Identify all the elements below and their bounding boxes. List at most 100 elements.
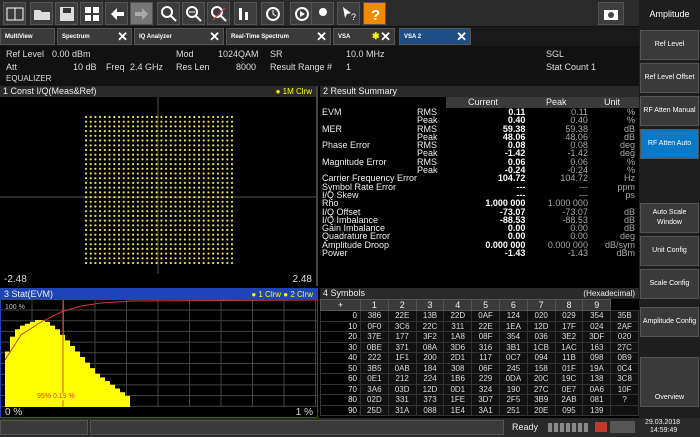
tab-multiview[interactable]: MultiView	[0, 28, 55, 45]
softkey-unit-config[interactable]: Unit Config	[640, 236, 699, 266]
constellation-point	[230, 252, 234, 255]
softkey-amplitude-config[interactable]: Amplitude Config	[640, 307, 699, 337]
constellation-point	[89, 134, 92, 137]
constellation-point	[216, 219, 219, 222]
constellation-point	[169, 172, 172, 175]
tab-real-time-spectrum[interactable]: Real-Time Spectrum ✕	[226, 28, 331, 45]
status-dropdown[interactable]	[0, 420, 88, 435]
stat-evm-pane[interactable]: 3 Stat(EVM) ● 1 Clrw ● 2 Clrw 100 % 95% 0…	[0, 288, 318, 418]
constellation-point	[108, 130, 111, 133]
multiview-icon[interactable]	[3, 2, 26, 25]
softkey-rf-atten-manual[interactable]: RF Atten Manual	[640, 96, 699, 126]
pointer-help-icon[interactable]: ?	[337, 2, 360, 25]
camera-icon[interactable]	[598, 2, 624, 25]
constellation-point	[179, 167, 182, 170]
summary-row: Magnitude Error RMS 0.06 0.06%	[322, 157, 639, 166]
keyboard-icon[interactable]	[610, 421, 635, 433]
constellation-point	[113, 252, 116, 255]
constellation-point	[193, 252, 196, 255]
spectrum-sequence-icon[interactable]	[234, 2, 257, 25]
freq-label: Freq	[106, 62, 125, 72]
constellation-point	[207, 205, 210, 208]
tab-close-icon[interactable]: ✕	[316, 30, 327, 44]
constellation-point	[160, 210, 163, 213]
constellation-point	[216, 228, 219, 232]
constellation-point	[174, 191, 177, 194]
constellation-point	[141, 125, 144, 128]
constellation-point	[188, 196, 191, 199]
windows-icon[interactable]	[80, 2, 103, 25]
constellation-point	[84, 148, 88, 152]
help-question-icon[interactable]: ?	[363, 2, 386, 25]
constellation-point	[212, 148, 215, 152]
constellation-point	[188, 252, 191, 255]
constellation-point	[207, 214, 210, 217]
softkey-scale-config[interactable]: Scale Config	[640, 269, 699, 299]
symbols-col-header: 1	[360, 299, 389, 311]
zoom-off-icon[interactable]	[207, 2, 230, 25]
constellation-point	[150, 228, 153, 232]
constellation-point	[122, 243, 125, 246]
save-icon[interactable]	[55, 2, 78, 25]
constellation-point	[216, 139, 219, 142]
tab-close-icon[interactable]: ✕	[380, 30, 391, 44]
constellation-point	[174, 139, 177, 142]
constellation-point	[150, 158, 153, 161]
constellation-point	[216, 158, 219, 161]
constellation-point	[160, 257, 163, 260]
constellation-point	[136, 130, 139, 133]
constellation-point	[193, 120, 196, 123]
constellation-point	[94, 224, 97, 227]
constellation-point	[150, 144, 153, 147]
constellation-point	[174, 158, 177, 161]
constellation-point	[117, 153, 121, 156]
symbol-cell: 50	[320, 362, 361, 374]
multi-zoom-icon[interactable]	[182, 2, 205, 25]
softkey-overview[interactable]: Overview	[640, 357, 699, 407]
constellation-point	[99, 177, 102, 180]
constellation-pane[interactable]: 1 Const I/Q(Meas&Ref) ● 1M Clrw -2.48 2.4…	[0, 86, 318, 286]
mod-label: Mod	[176, 49, 194, 59]
sequencer-run-icon[interactable]	[290, 2, 313, 25]
constellation-point	[103, 196, 106, 199]
constellation-point	[226, 120, 229, 123]
scpi-icon[interactable]	[311, 2, 334, 25]
softkey-rf-atten-auto[interactable]: RF Atten Auto	[640, 129, 699, 159]
summary-rows: EVM RMS 0.11 0.11% Peak 0.40 0.40% MER RMS 59.38 5…	[322, 107, 639, 257]
constellation-point	[89, 163, 92, 166]
constellation-point	[230, 120, 234, 123]
constellation-point	[122, 125, 125, 128]
undo-icon[interactable]	[105, 2, 128, 25]
tab-close-icon[interactable]: ✕	[117, 30, 128, 44]
constellation-point	[103, 257, 106, 260]
constellation-point	[155, 177, 158, 180]
tab-iq-analyzer[interactable]: IQ Analyzer ✕	[134, 28, 224, 45]
softkey-ref-level[interactable]: Ref Level	[640, 30, 699, 60]
redo-icon[interactable]	[130, 2, 153, 25]
constellation-point	[160, 144, 163, 147]
tab-vsa-2[interactable]: VSA 2 ✕	[399, 28, 471, 45]
constellation-point	[141, 172, 144, 175]
tab-close-icon[interactable]: ✕	[209, 30, 220, 44]
constellation-point	[117, 163, 121, 166]
softkey-ref-level-offset[interactable]: Ref Level Offset	[640, 63, 699, 93]
tab-close-icon[interactable]: ✕	[456, 30, 467, 44]
softkey-auto-scale-window[interactable]: Auto Scale Window	[640, 203, 699, 233]
constellation-point	[89, 224, 92, 227]
constellation-point	[207, 139, 210, 142]
constellation-point	[169, 252, 172, 255]
zoom-icon[interactable]	[157, 2, 180, 25]
open-icon[interactable]	[30, 2, 53, 25]
tab-vsa[interactable]: VSA ✕ ✱	[333, 28, 395, 45]
constellation-point	[207, 233, 210, 236]
constellation-point	[141, 177, 144, 180]
sequencer-icon[interactable]	[261, 2, 284, 25]
constellation-point	[226, 219, 229, 222]
constellation-point	[202, 200, 205, 203]
constellation-point	[150, 120, 153, 123]
summary-row: I/Q Skew --- --- ps	[322, 190, 639, 199]
tab-spectrum[interactable]: Spectrum ✕	[57, 28, 132, 45]
symbol-cell: 3D7	[471, 394, 500, 406]
constellation-point	[84, 172, 88, 175]
constellation-point	[122, 219, 125, 222]
